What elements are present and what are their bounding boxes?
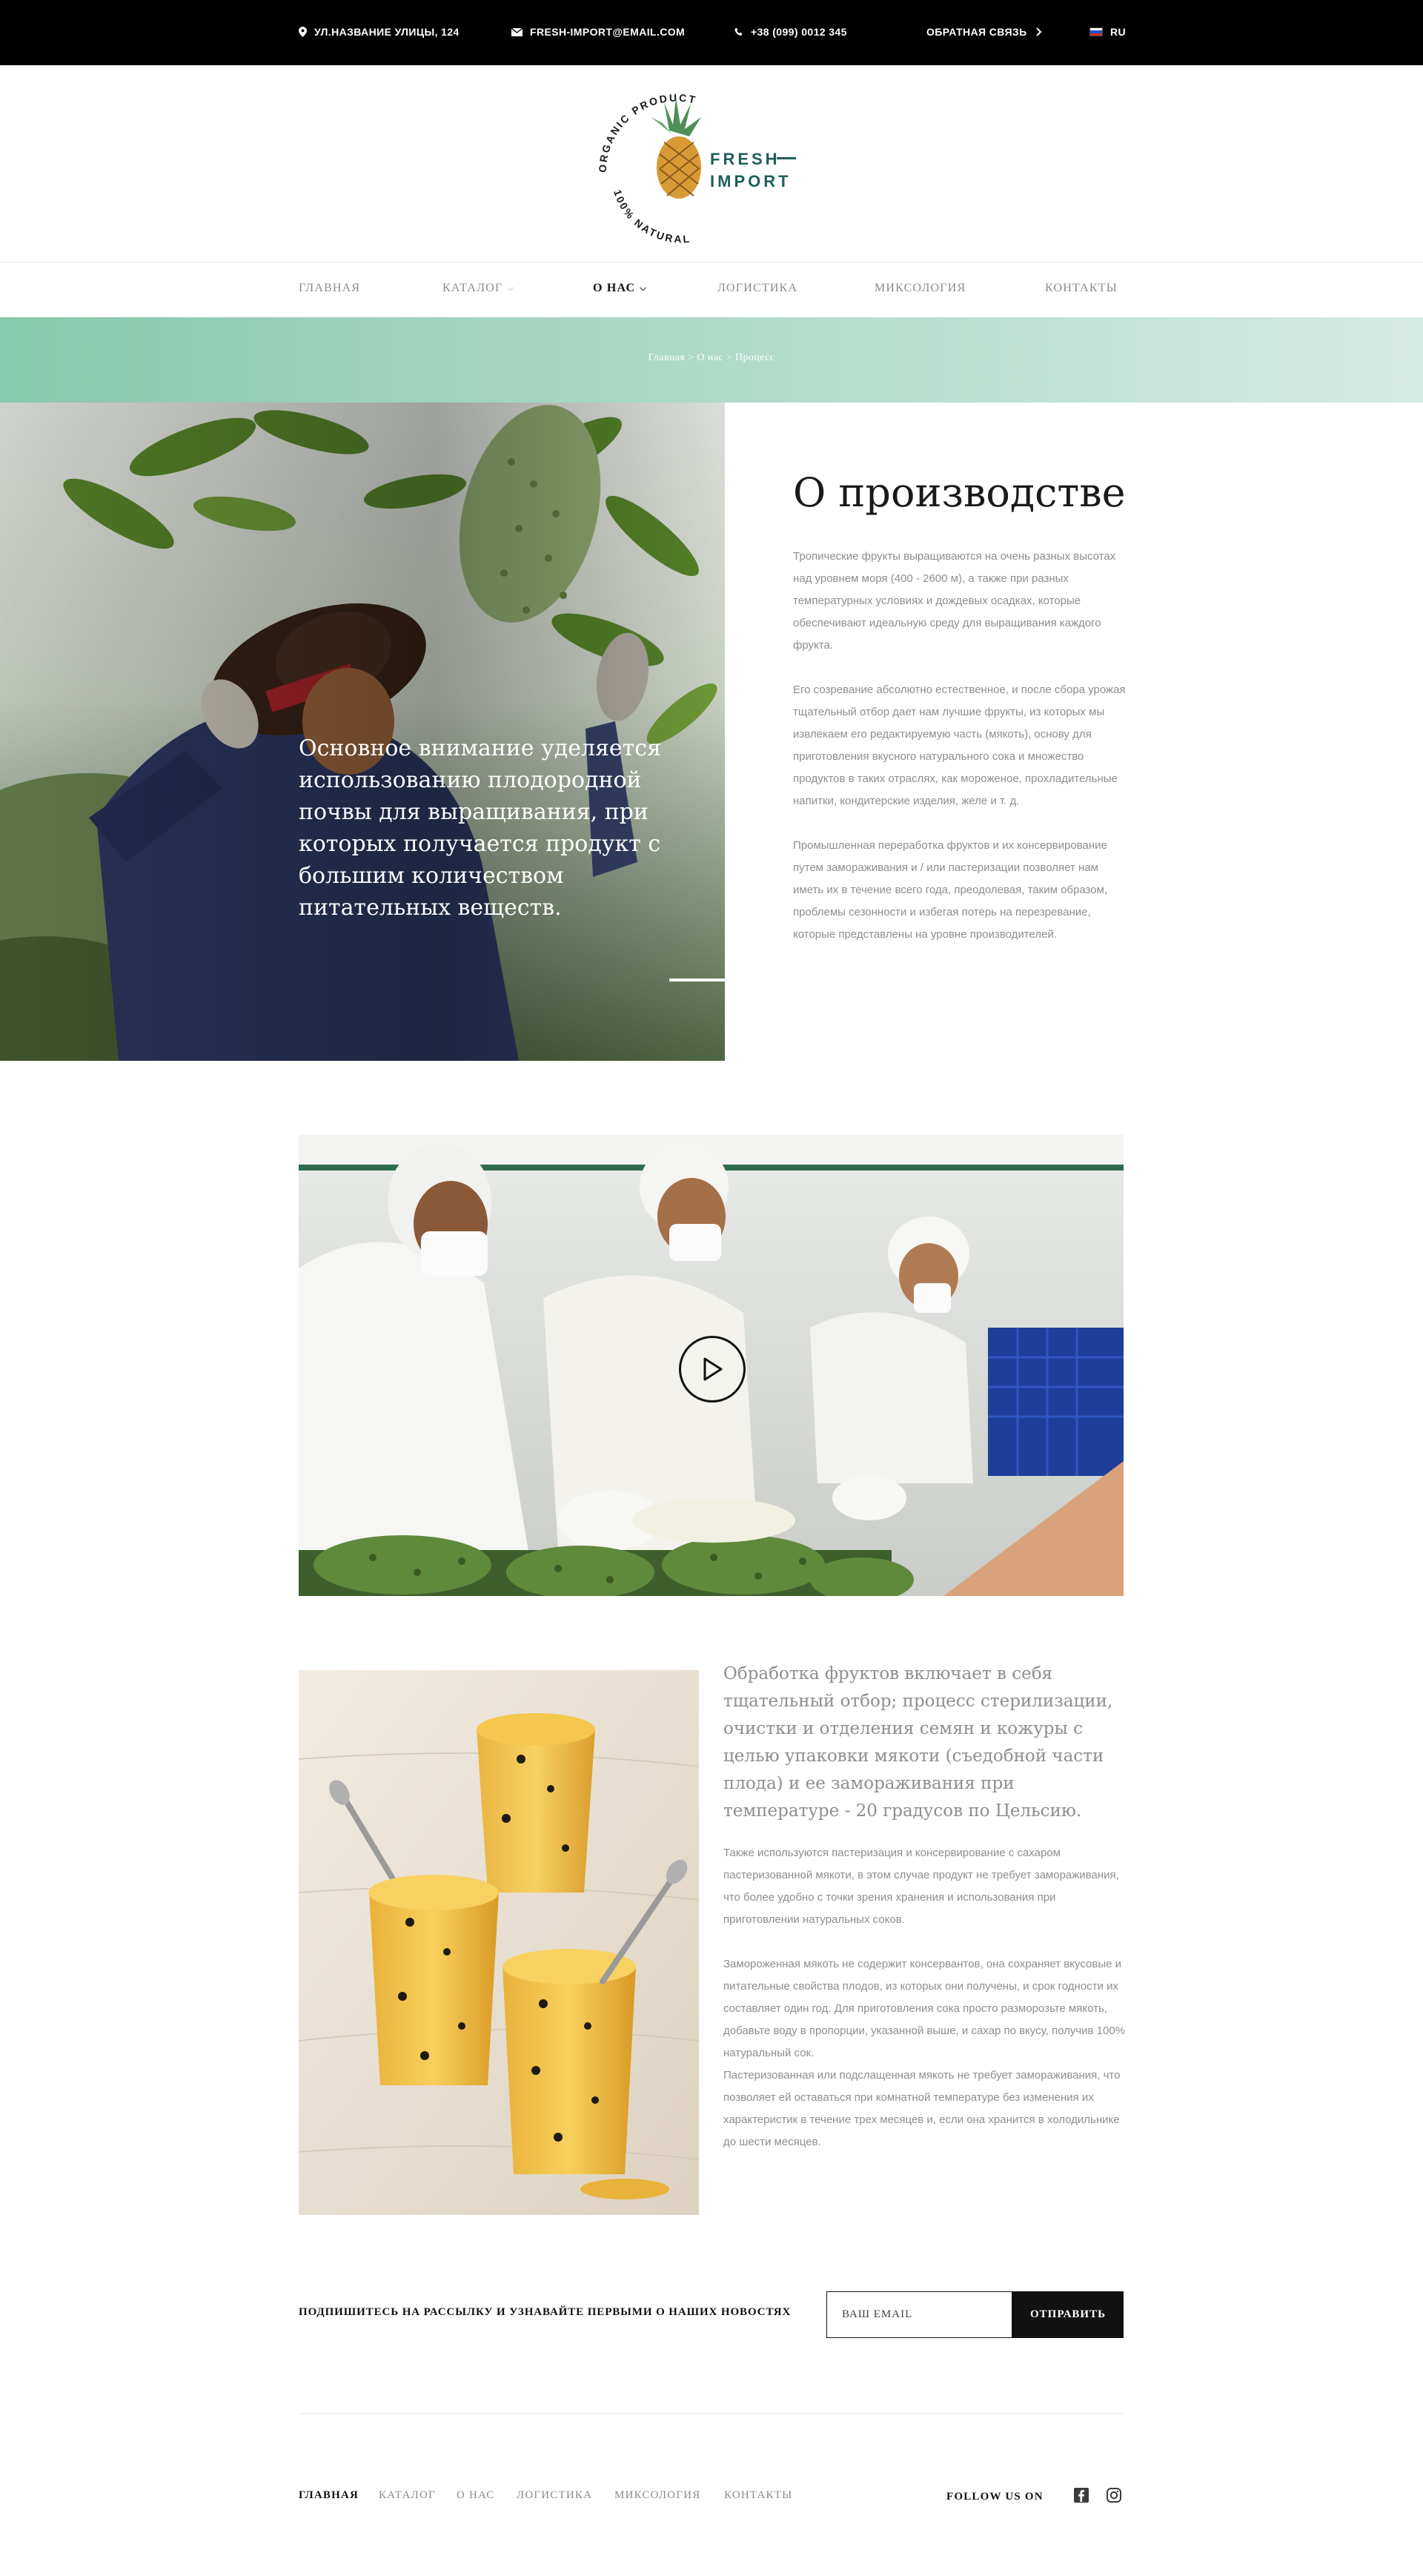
nav-item-label: КОНТАКТЫ: [1045, 282, 1118, 294]
logo[interactable]: ORGANIC PRODUCT 100% NATURAL FRESH IMPOR…: [597, 87, 815, 245]
nav-item-logistics[interactable]: ЛОГИСТИКА: [717, 282, 797, 295]
instagram-icon[interactable]: [1106, 2487, 1122, 2503]
mail-icon: [511, 27, 523, 36]
fruit-pulp-photo: [299, 1670, 699, 2215]
breadcrumb-band: Главная > О нас > Процесс: [0, 317, 1423, 403]
logo-name-line2: IMPORT: [710, 172, 792, 191]
footer-divider: [299, 2413, 1124, 2414]
production-paragraph: Его созревание абсолютно естественное, и…: [793, 683, 1126, 807]
phone-text: +38 (099) 0012 345: [751, 26, 847, 38]
phone-icon: [734, 27, 743, 36]
top-bar: УЛ.НАЗВАНИЕ УЛИЦЫ, 124 FRESH-IMPORT@EMAI…: [0, 0, 1423, 65]
production-paragraph: Промышленная переработка фруктов и их ко…: [793, 839, 1108, 941]
language-text: RU: [1110, 26, 1127, 38]
callback-text: ОБРАТНАЯ СВЯЗЬ: [926, 26, 1027, 38]
email-link[interactable]: FRESH-IMPORT@EMAIL.COM: [511, 24, 685, 40]
page-title: О производстве: [793, 469, 1126, 516]
location-pin-icon: [299, 27, 307, 37]
nav-item-catalog[interactable]: КАТАЛОГ ⌵: [442, 282, 514, 295]
footer-nav-catalog[interactable]: КАТАЛОГ: [379, 2489, 436, 2502]
facebook-icon[interactable]: [1073, 2487, 1089, 2503]
nav-item-mixology[interactable]: МИКСОЛОГИЯ: [875, 282, 966, 295]
footer-nav-logistics[interactable]: ЛОГИСТИКА: [517, 2489, 592, 2502]
production-quote: Основное внимание уделяется использовани…: [299, 735, 662, 921]
play-icon: [703, 1357, 723, 1381]
main-nav: ГЛАВНАЯ КАТАЛОГ ⌵ О НАС ⌵ ЛОГИСТИКА МИКСОЛ…: [0, 262, 1423, 317]
language-switcher[interactable]: RU: [1089, 24, 1126, 40]
slide-indicator[interactable]: [669, 979, 725, 981]
processing-paragraph: Также используются пастеризация и консер…: [723, 1847, 1119, 1926]
play-button[interactable]: [679, 1336, 746, 1403]
footer-nav-mixology[interactable]: МИКСОЛОГИЯ: [614, 2489, 700, 2502]
follow-us-label: FOLLOW US ON: [946, 2491, 1044, 2503]
newsletter-email-input[interactable]: [826, 2291, 1012, 2338]
ru-flag-icon: [1089, 27, 1103, 36]
chevron-down-icon: ⌵: [507, 283, 514, 293]
nav-item-about[interactable]: О НАС ⌵: [593, 282, 647, 295]
nav-item-label: ГЛАВНАЯ: [299, 282, 361, 294]
phone-link[interactable]: +38 (099) 0012 345: [734, 24, 847, 40]
logo-mark: ORGANIC PRODUCT 100% NATURAL FRESH IMPOR…: [597, 91, 796, 245]
callback-link[interactable]: ОБРАТНАЯ СВЯЗЬ: [926, 24, 1049, 40]
nav-item-label: МИКСОЛОГИЯ: [875, 282, 966, 294]
processing-lead: Обработка фруктов включает в себя тщател…: [723, 1664, 1113, 1821]
farmer-photo: Основное внимание уделяется использовани…: [0, 403, 725, 1061]
nav-item-label: КАТАЛОГ: [442, 282, 503, 294]
nav-item-label: ЛОГИСТИКА: [717, 282, 798, 294]
breadcrumb[interactable]: Главная > О нас > Процесс: [0, 352, 1423, 364]
email-text: FRESH-IMPORT@EMAIL.COM: [530, 26, 686, 38]
nav-item-contacts[interactable]: КОНТАКТЫ: [1045, 282, 1118, 295]
video-player[interactable]: [299, 1135, 1124, 1596]
processing-paragraph: Пастеризованная или подслащенная мякоть …: [723, 2069, 1121, 2148]
nav-item-label: О НАС: [593, 282, 636, 294]
processing-paragraph: Замороженная мякоть не содержит консерва…: [723, 1958, 1126, 2059]
footer-nav-contacts[interactable]: КОНТАКТЫ: [724, 2489, 792, 2502]
logo-name-line1: FRESH: [710, 150, 780, 168]
pineapple-icon: [651, 98, 701, 199]
chevron-right-icon: [1035, 27, 1041, 36]
header: ORGANIC PRODUCT 100% NATURAL FRESH IMPOR…: [0, 65, 1423, 262]
production-text: Тропические фрукты выращиваются на очень…: [793, 546, 1127, 968]
address-text: УЛ.НАЗВАНИЕ УЛИЦЫ, 124: [314, 26, 460, 38]
newsletter-label: ПОДПИШИТЕСЬ НА РАССЫЛКУ И УЗНАВАЙТЕ ПЕРВ…: [299, 2306, 792, 2318]
address-item: УЛ.НАЗВАНИЕ УЛИЦЫ, 124: [299, 24, 460, 40]
processing-text: Также используются пастеризация и консер…: [723, 1842, 1127, 2153]
production-paragraph: Тропические фрукты выращиваются на очень…: [793, 550, 1116, 652]
newsletter-submit-button[interactable]: ОТПРАВИТЬ: [1012, 2291, 1124, 2338]
footer-nav-about[interactable]: О НАС: [457, 2489, 495, 2502]
footer-nav-home[interactable]: ГЛАВНАЯ: [299, 2489, 359, 2502]
chevron-down-icon: ⌵: [640, 283, 647, 293]
nav-item-home[interactable]: ГЛАВНАЯ: [299, 282, 360, 295]
